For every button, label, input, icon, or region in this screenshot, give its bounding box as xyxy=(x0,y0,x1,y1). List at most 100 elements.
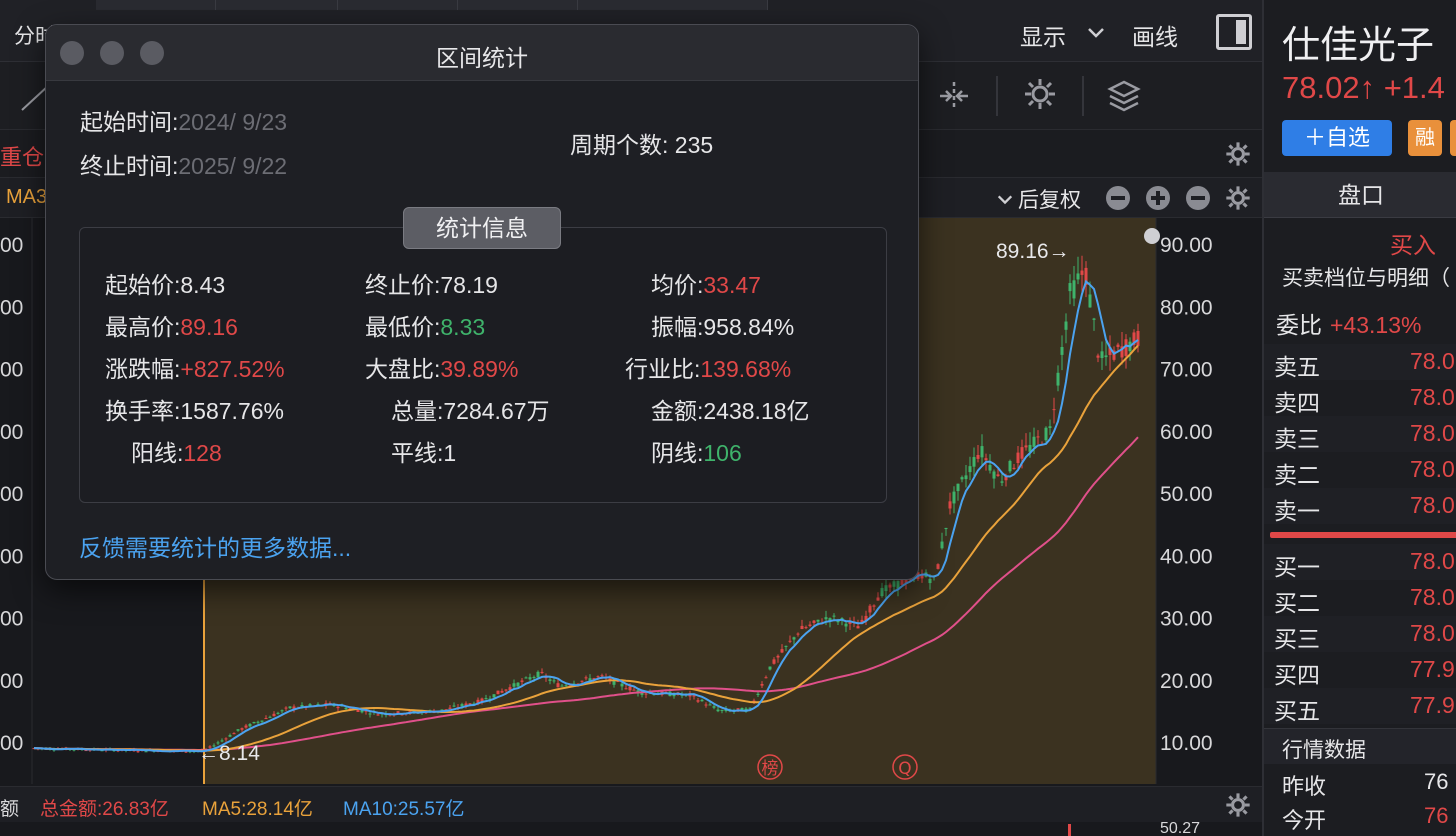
end-time-value[interactable]: 2025/ 9/22 xyxy=(178,153,287,179)
stat-change: 涨跌幅:+827.52% xyxy=(105,350,285,384)
event-marker-label: Q xyxy=(898,759,911,779)
candle-body xyxy=(144,751,148,753)
split-view-icon[interactable] xyxy=(936,78,972,114)
start-time-label: 起始时间: xyxy=(80,109,179,135)
bid-level-label: 买三 xyxy=(1274,626,1320,652)
candle-body xyxy=(792,637,796,640)
stat-value: 128 xyxy=(183,440,222,466)
stat-yin: 阴线:106 xyxy=(651,434,742,468)
prev-close-label: 昨收 xyxy=(1282,774,1327,799)
margin-badge[interactable]: 融 xyxy=(1408,120,1442,156)
stat-label: 最低价: xyxy=(365,314,441,340)
candle-body xyxy=(1088,294,1092,308)
stat-value: 39.89% xyxy=(440,356,519,382)
tab-slot[interactable] xyxy=(96,0,216,10)
candle-body xyxy=(500,690,504,693)
ask-level-label: 卖四 xyxy=(1274,390,1320,416)
adjust-mode-select[interactable]: 后复权 xyxy=(1018,184,1081,214)
candle-body xyxy=(344,707,348,710)
candle-body xyxy=(1100,351,1104,359)
chevron-down-icon[interactable] xyxy=(996,190,1014,208)
chevron-down-icon[interactable] xyxy=(1086,22,1106,42)
tab-pankou[interactable]: 盘口 xyxy=(1264,172,1456,218)
tab-slot[interactable] xyxy=(338,0,458,10)
candle-body xyxy=(248,724,252,727)
ask-level-price: 78.0 xyxy=(1410,492,1455,518)
bid-level-label: 买二 xyxy=(1274,590,1320,616)
candle-body xyxy=(520,680,524,682)
bid-level-price: 77.9 xyxy=(1410,656,1455,682)
period-count-value: 235 xyxy=(674,132,714,158)
ask-level-label: 卖二 xyxy=(1274,462,1320,488)
y-tick-label: 40.00 xyxy=(1160,545,1213,568)
candle-body xyxy=(448,707,452,709)
candle-body xyxy=(824,617,828,620)
candle-body xyxy=(272,713,276,717)
start-time-value[interactable]: 2024/ 9/23 xyxy=(178,109,287,135)
ask-row[interactable]: 卖二 78.0 xyxy=(1264,452,1456,488)
order-detail-title[interactable]: 买卖档位与明细（ xyxy=(1282,262,1450,292)
candle-body xyxy=(396,711,400,713)
candle-body xyxy=(300,704,304,707)
candle-body xyxy=(800,625,804,630)
bid-row[interactable]: 买一 78.0 xyxy=(1264,544,1456,580)
tab-slot[interactable] xyxy=(216,0,338,10)
candle-body xyxy=(624,688,628,690)
candle-body xyxy=(512,683,516,687)
bid-row[interactable]: 买三 78.0 xyxy=(1264,616,1456,652)
candle-body xyxy=(268,716,272,718)
bid-row[interactable]: 买二 78.0 xyxy=(1264,580,1456,616)
display-menu[interactable]: 显示 xyxy=(1020,18,1066,52)
candle-body xyxy=(972,457,976,467)
bid-row[interactable]: 买四 77.9 xyxy=(1264,652,1456,688)
y-tick-label: 80.00 xyxy=(1160,296,1213,319)
total-amount: 总金额:26.83亿 xyxy=(40,799,169,820)
open-value: 76 xyxy=(1424,803,1449,828)
stat-market-ratio: 大盘比:39.89% xyxy=(365,350,518,384)
stat-label: 均价: xyxy=(651,272,704,298)
bid-row[interactable]: 买五 77.9 xyxy=(1264,688,1456,724)
candle-body xyxy=(964,475,968,480)
candle-body xyxy=(716,709,720,712)
ask-row[interactable]: 卖四 78.0 xyxy=(1264,380,1456,416)
candle-body xyxy=(516,682,520,687)
candle-body xyxy=(600,675,604,677)
bid-level-label: 买一 xyxy=(1274,554,1320,580)
draw-line-button[interactable]: 画线 xyxy=(1132,18,1178,52)
buy-label[interactable]: 买入 xyxy=(1390,226,1436,260)
ask-row[interactable]: 卖三 78.0 xyxy=(1264,416,1456,452)
gear-icon[interactable] xyxy=(1224,184,1252,212)
candle-body xyxy=(548,679,552,681)
open-row: 今开 76 xyxy=(1264,800,1456,833)
end-time-row: 终止时间:2025/ 9/22 xyxy=(80,147,287,181)
ask-row[interactable]: 卖五 78.0 xyxy=(1264,344,1456,380)
settings-gear-icon[interactable] xyxy=(1022,76,1058,112)
gear-icon[interactable] xyxy=(1224,140,1252,168)
y-tick-label: 30.00 xyxy=(1160,608,1213,631)
stat-value: 139.68% xyxy=(700,356,792,382)
gear-icon[interactable] xyxy=(1224,791,1252,819)
collapse-icon[interactable] xyxy=(1186,186,1210,210)
candle-body xyxy=(536,671,540,678)
panel-toggle-icon[interactable] xyxy=(1216,14,1252,50)
tab-slot[interactable] xyxy=(458,0,578,10)
candle-body xyxy=(228,735,232,737)
candle-body xyxy=(632,689,636,691)
dialog-titlebar[interactable]: 区间统计 xyxy=(46,25,918,81)
ask-row[interactable]: 卖一 78.0 xyxy=(1264,488,1456,524)
stat-amplitude: 振幅:958.84% xyxy=(651,308,794,342)
high-price-annotation: 89.16→ xyxy=(996,240,1070,263)
stat-label: 换手率: xyxy=(105,398,181,424)
badge-partial[interactable] xyxy=(1450,120,1456,156)
tab-slot[interactable] xyxy=(578,0,768,10)
low-price-annotation: ←8.14 xyxy=(198,742,260,765)
layers-icon[interactable] xyxy=(1106,78,1142,114)
feedback-link[interactable]: 反馈需要统计的更多数据... xyxy=(79,529,351,563)
bid-level-price: 78.0 xyxy=(1410,548,1455,574)
candle-body xyxy=(628,686,632,691)
ask-level-price: 78.0 xyxy=(1410,456,1455,482)
zoom-in-icon[interactable] xyxy=(1146,186,1170,210)
zoom-out-icon[interactable] xyxy=(1106,186,1130,210)
toolbar-divider xyxy=(996,76,998,116)
add-watchlist-button[interactable]: ＋自选 xyxy=(1282,120,1392,156)
